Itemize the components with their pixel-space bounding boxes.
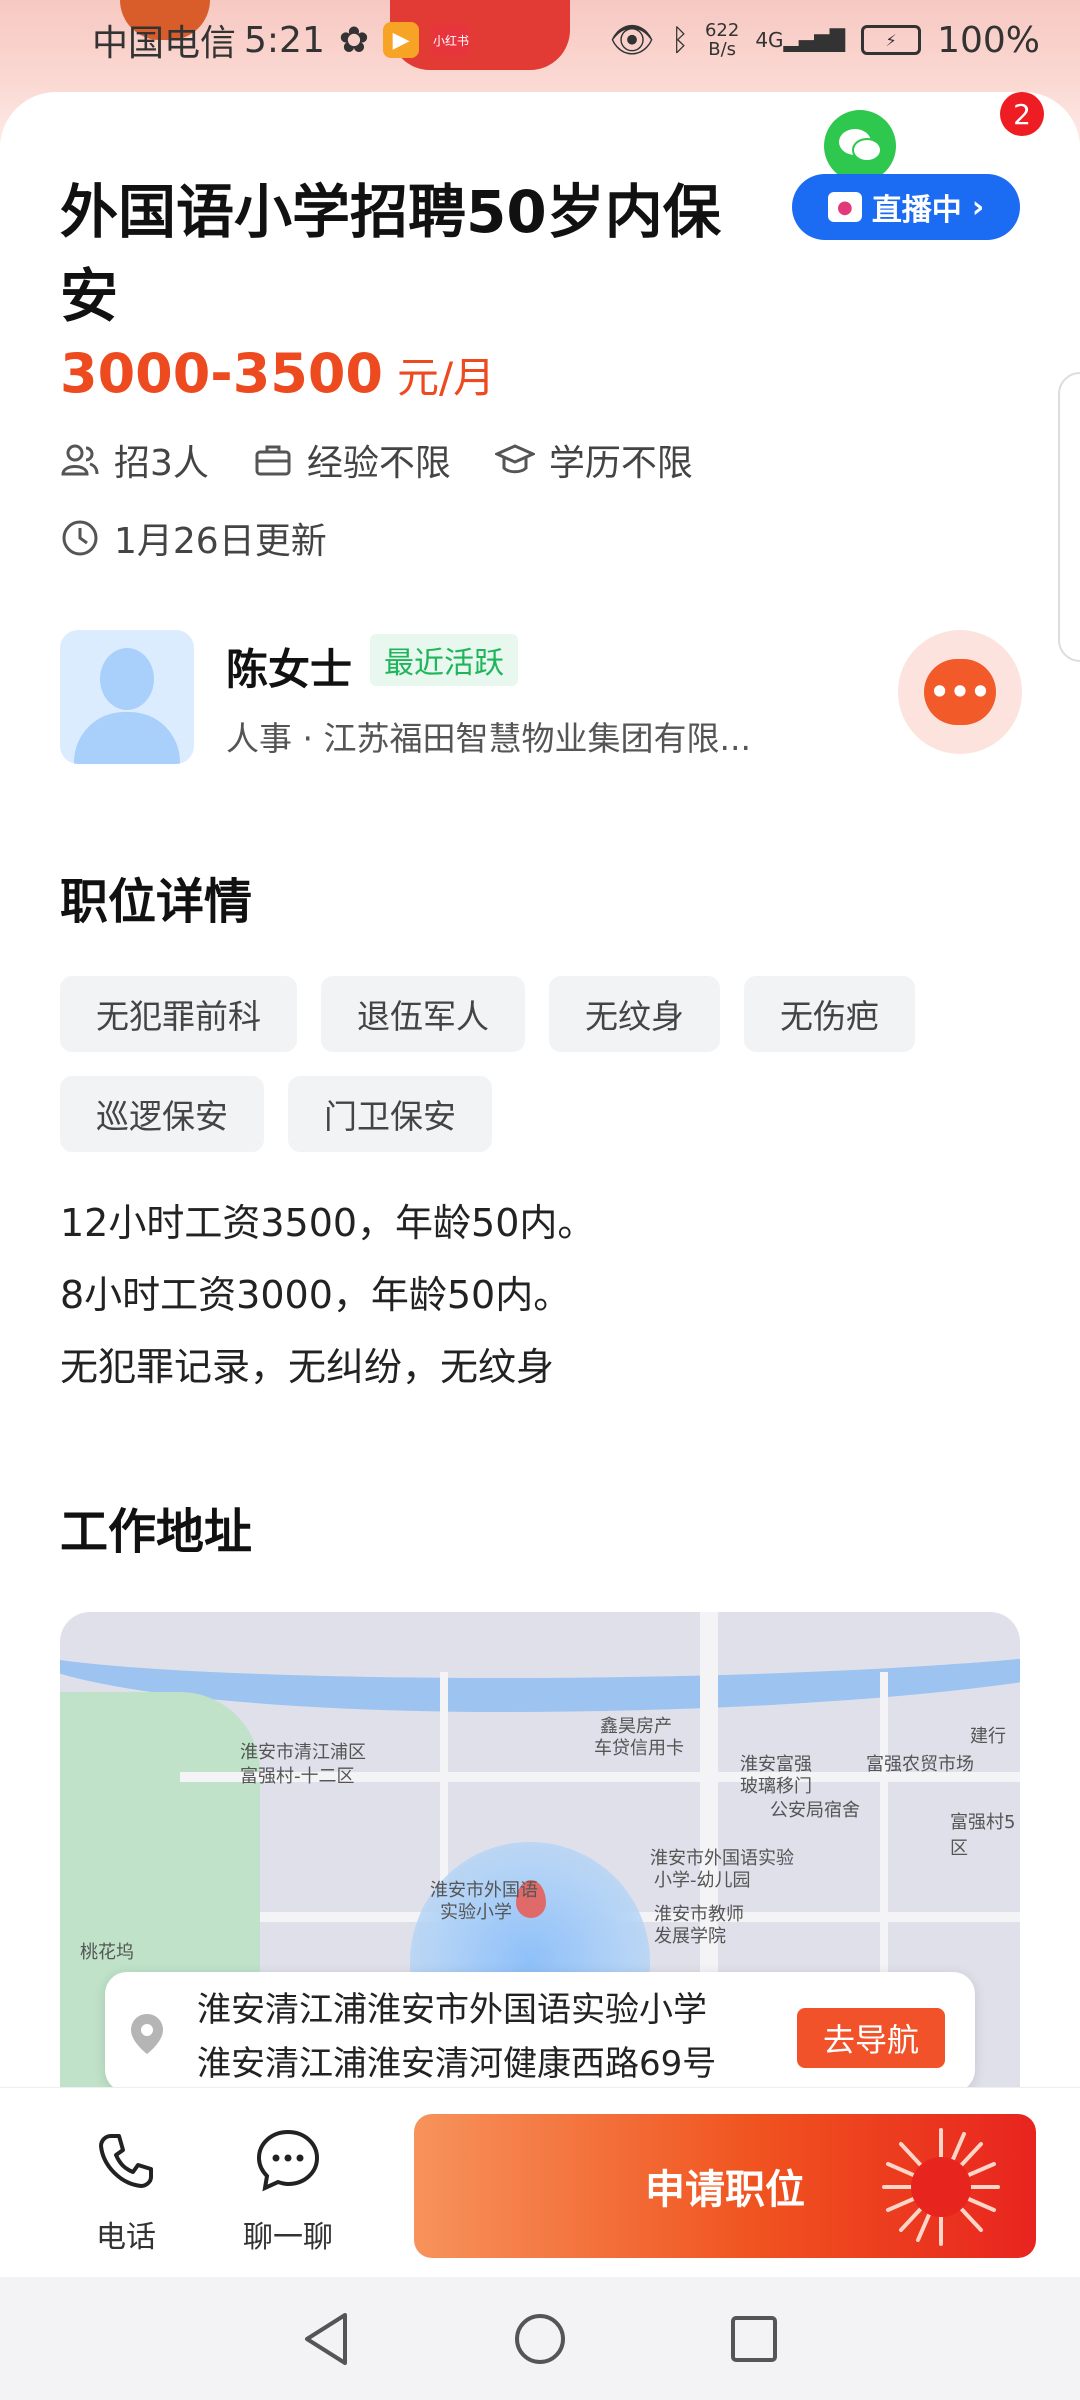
education: 学历不限 — [494, 434, 693, 486]
recruiter-company: 人事 · 江苏福田智慧物业集团有限... — [226, 719, 751, 758]
wechat-bubble-icon — [839, 129, 882, 162]
map-label: 富强村5区 — [950, 1812, 1016, 1859]
xiaohongshu-icon: 小红书 — [433, 25, 469, 55]
map-label: 发展学院 — [654, 1926, 726, 1947]
education-text: 学历不限 — [548, 443, 693, 484]
back-triangle-icon — [305, 2312, 347, 2365]
status-bar: 中国电信 5:21 ✿ ▶ 小红书 👁 ᛒ 622 B/s 4G▂▄▆█ ⚡ 10… — [0, 0, 1080, 80]
status-right: 👁 ᛒ 622 B/s 4G▂▄▆█ ⚡ 100% — [609, 19, 1040, 62]
clock-icon — [62, 520, 98, 556]
graduation-cap-icon — [494, 444, 535, 474]
clock: 5:21 — [244, 19, 325, 61]
chevron-right-icon: › — [971, 189, 985, 225]
chat-bubble-icon: ••• — [924, 659, 996, 725]
avatar-body — [74, 712, 180, 764]
headcount-text: 招3人 — [114, 443, 209, 484]
work-address-title: 工作地址 — [60, 1504, 253, 1560]
salary-unit: 元/月 — [397, 353, 496, 402]
wechat-share-icon[interactable] — [824, 110, 896, 182]
people-icon — [61, 444, 99, 476]
carrier-name: 中国电信 — [92, 23, 237, 64]
briefcase-icon — [255, 445, 291, 476]
tag: 无纹身 — [549, 976, 720, 1052]
tag: 无伤疤 — [744, 976, 915, 1052]
tag: 门卫保安 — [288, 1076, 492, 1152]
bottom-action-bar: 电话 聊一聊 申请职位 — [0, 2087, 1080, 2277]
phone-button[interactable]: 电话 — [66, 2126, 186, 2256]
address-card[interactable]: 淮安清江浦淮安市外国语实验小学 淮安清江浦淮安清河健康西路69号 去导航 — [105, 1972, 975, 2087]
salary-range: 3000-3500 — [60, 342, 383, 405]
side-drawer-handle[interactable] — [1058, 372, 1080, 662]
experience-text: 经验不限 — [306, 443, 451, 484]
map-label: 实验小学 — [440, 1902, 512, 1923]
job-description: 12小时工资3500，年龄50内。 8小时工资3000，年龄50内。 无犯罪记录… — [60, 1187, 595, 1403]
map-label: 玻璃移门 — [740, 1776, 812, 1797]
tag: 无犯罪前科 — [60, 976, 297, 1052]
update-text: 1月26日更新 — [114, 521, 327, 562]
apply-button[interactable]: 申请职位 — [414, 2114, 1036, 2258]
quick-chat-button[interactable]: ••• — [898, 630, 1022, 754]
phone-label: 电话 — [96, 2220, 156, 2255]
map-label: 淮安市清江浦区 — [240, 1742, 366, 1763]
avatar[interactable] — [60, 630, 194, 764]
map-label: 桃花坞 — [80, 1942, 134, 1963]
tag: 退伍军人 — [321, 976, 525, 1052]
firework-decoration-icon — [882, 2128, 1000, 2246]
tag: 巡逻保安 — [60, 1076, 264, 1152]
navigate-button[interactable]: 去导航 — [797, 2008, 945, 2068]
bluetooth-icon: ᛒ — [670, 22, 689, 58]
wechat-status-icon: ✿ — [338, 19, 370, 61]
address-line-1: 淮安清江浦淮安市外国语实验小学 — [197, 1990, 707, 2030]
map-label: 小学-幼儿园 — [654, 1870, 751, 1891]
map-label: 富强农贸市场 — [866, 1754, 974, 1775]
notification-badge: 2 — [1000, 92, 1044, 136]
description-line: 12小时工资3500，年龄50内。 — [60, 1201, 596, 1245]
job-details-title: 职位详情 — [60, 874, 253, 930]
live-label: 直播中 — [871, 193, 962, 228]
tv-icon: ● — [827, 192, 862, 222]
network-type: 4G — [755, 28, 784, 52]
eye-icon: 👁 — [609, 20, 655, 61]
back-button[interactable] — [294, 2307, 358, 2371]
update-time: 1月26日更新 — [60, 512, 327, 564]
phone-icon — [99, 2134, 153, 2188]
recruiter-card[interactable]: 陈女士 最近活跃 人事 · 江苏福田智慧物业集团有限... ••• — [60, 630, 1022, 770]
requirement-tags: 无犯罪前科 退伍军人 无纹身 无伤疤 巡逻保安 门卫保安 — [60, 976, 1020, 1152]
map-label: 建行 — [970, 1726, 1006, 1747]
recents-square-icon — [731, 2315, 777, 2362]
video-app-icon: ▶ — [383, 22, 420, 58]
job-title: 外国语小学招聘50岁内保安 — [60, 178, 721, 330]
job-meta-row: 招3人 经验不限 学历不限 — [60, 434, 693, 486]
battery-icon: ⚡ — [861, 25, 922, 55]
job-detail-page: 中国电信 5:21 ✿ ▶ 小红书 👁 ᛒ 622 B/s 4G▂▄▆█ ⚡ 10… — [0, 0, 1080, 2400]
map-label: 富强村-十二区 — [240, 1766, 355, 1787]
battery-level: 100% — [937, 19, 1040, 61]
system-navigation-bar — [0, 2277, 1080, 2400]
job-card: 外国语小学招聘50岁内保安 2 ● 直播中 › 3000-3500 元/月 招3… — [0, 92, 1080, 2087]
description-line: 无犯罪记录，无纠纷，无纹身 — [60, 1345, 555, 1389]
active-status-badge: 最近活跃 — [370, 634, 518, 686]
salary: 3000-3500 元/月 — [60, 342, 495, 405]
address-line-2: 淮安清江浦淮安清河健康西路69号 — [197, 2044, 717, 2084]
recents-button[interactable] — [722, 2307, 786, 2371]
location-pin-icon — [131, 2014, 163, 2054]
chat-icon — [256, 2129, 320, 2192]
avatar-head — [100, 648, 154, 710]
experience: 经验不限 — [253, 434, 451, 486]
chat-label: 聊一聊 — [243, 2220, 333, 2255]
map-label: 公安局宿舍 — [770, 1800, 860, 1821]
map-label: 车贷信用卡 — [594, 1738, 684, 1759]
net-speed: 622 B/s — [704, 20, 740, 60]
chat-button[interactable]: 聊一聊 — [228, 2126, 348, 2256]
live-stream-button[interactable]: ● 直播中 › — [792, 174, 1020, 240]
description-line: 8小时工资3000，年龄50内。 — [60, 1273, 572, 1317]
recruiter-name: 陈女士 — [226, 645, 353, 694]
headcount: 招3人 — [60, 434, 209, 486]
home-circle-icon — [515, 2313, 565, 2364]
apply-label: 申请职位 — [645, 2167, 805, 2213]
signal-icon: 4G▂▄▆█ — [755, 28, 846, 52]
home-button[interactable] — [508, 2307, 572, 2371]
